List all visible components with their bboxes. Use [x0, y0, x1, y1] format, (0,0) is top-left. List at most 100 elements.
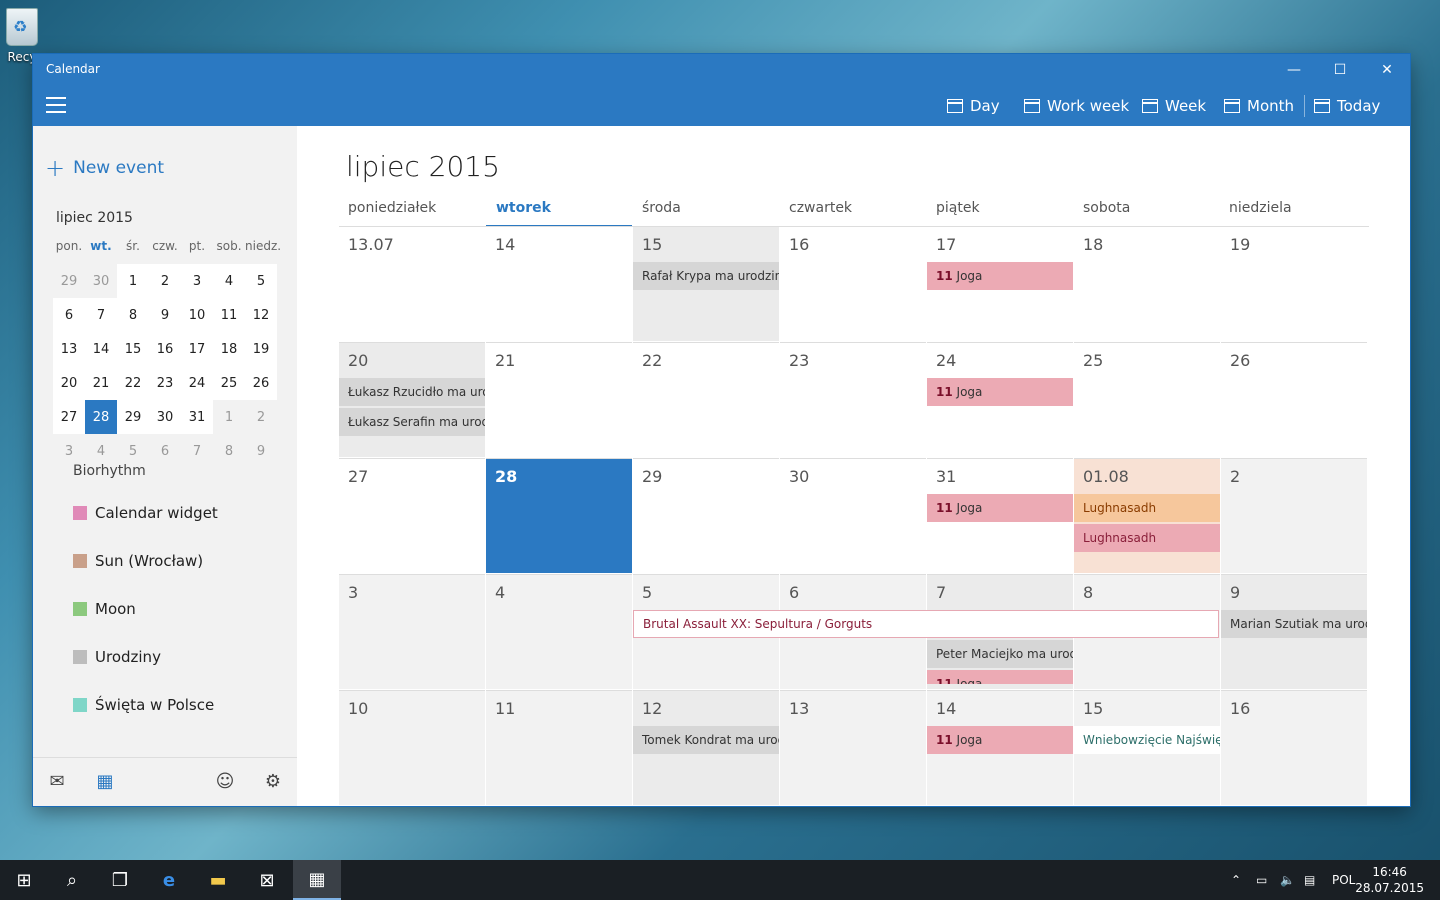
day-cell[interactable]: 11 [486, 690, 632, 805]
day-cell[interactable]: 13.07 [339, 226, 485, 341]
day-cell[interactable]: 30 [780, 458, 926, 573]
search-icon[interactable]: ⌕ [48, 860, 96, 900]
mini-calendar-day[interactable]: 19 [245, 332, 277, 366]
calendar-item-holidays[interactable]: Święta w Polsce [73, 696, 214, 714]
calendar-item-sun[interactable]: Sun (Wrocław) [73, 552, 203, 570]
event-yoga[interactable]: 11 Joga [927, 494, 1073, 522]
mini-calendar-day[interactable]: 16 [149, 332, 181, 366]
close-button[interactable]: ✕ [1364, 54, 1410, 85]
day-cell[interactable]: 21 [486, 342, 632, 457]
event-birthday[interactable]: Łukasz Rzucidło ma urodziny [339, 378, 485, 406]
mini-calendar-day[interactable]: 1 [117, 264, 149, 298]
event-yoga[interactable]: 11 Joga [927, 670, 1073, 684]
file-explorer-icon[interactable]: ▬ [194, 860, 242, 900]
calendar-item-birthdays[interactable]: Urodziny [73, 648, 161, 666]
show-hidden-icons-icon[interactable]: ⌃ [1231, 860, 1241, 900]
mini-calendar-day[interactable]: 28 [85, 400, 117, 434]
volume-icon[interactable]: 🔈 [1280, 860, 1295, 900]
event-yoga[interactable]: 11 Joga [927, 726, 1073, 754]
mini-calendar-day[interactable]: 9 [245, 434, 277, 468]
mini-calendar-day[interactable]: 8 [117, 298, 149, 332]
calendar-taskbar-icon[interactable]: ▦ [293, 860, 341, 900]
store-icon[interactable]: ⊠ [243, 860, 291, 900]
action-center-icon[interactable]: ▤ [1304, 860, 1315, 900]
day-cell[interactable]: 3 [339, 574, 485, 689]
event-birthday[interactable]: Łukasz Serafin ma urodziny [339, 408, 485, 436]
day-cell[interactable]: 13 [780, 690, 926, 805]
mini-calendar-day[interactable]: 11 [213, 298, 245, 332]
mini-calendar-day[interactable]: 8 [213, 434, 245, 468]
mini-calendar-day[interactable]: 10 [181, 298, 213, 332]
mini-calendar-day[interactable]: 24 [181, 366, 213, 400]
day-cell[interactable]: 27 [339, 458, 485, 573]
mini-calendar-day[interactable]: 15 [117, 332, 149, 366]
mini-calendar-day[interactable]: 2 [245, 400, 277, 434]
event-holiday[interactable]: Lughnasadh [1074, 494, 1220, 522]
event-birthday[interactable]: Peter Maciejko ma urodziny [927, 640, 1073, 668]
mini-calendar-day[interactable]: 18 [213, 332, 245, 366]
mini-calendar-day[interactable]: 29 [117, 400, 149, 434]
start-windows-icon[interactable]: ⊞ [0, 860, 48, 900]
event-birthday[interactable]: Marian Szutiak ma urodziny [1221, 610, 1367, 638]
settings-gear-icon[interactable]: ⚙ [261, 769, 285, 793]
mini-calendar-day[interactable]: 26 [245, 366, 277, 400]
event-holiday[interactable]: Lughnasadh [1074, 524, 1220, 552]
mini-calendar-day[interactable]: 21 [85, 366, 117, 400]
mini-calendar-day[interactable]: 3 [181, 264, 213, 298]
day-cell[interactable]: 22 [633, 342, 779, 457]
clock[interactable]: 16:46 28.07.2015 [1355, 864, 1424, 896]
mini-calendar-day[interactable]: 5 [245, 264, 277, 298]
mini-calendar-day[interactable]: 7 [85, 298, 117, 332]
mini-calendar-day[interactable]: 17 [181, 332, 213, 366]
month-view-button[interactable]: Month [1224, 85, 1294, 126]
mini-calendar-day[interactable]: 13 [53, 332, 85, 366]
mini-calendar-day[interactable]: 20 [53, 366, 85, 400]
day-cell[interactable]: 25 [1074, 342, 1220, 457]
calendar-app-icon[interactable]: ▦ [93, 769, 117, 793]
day-cell[interactable]: 16 [1221, 690, 1367, 805]
event-multiday[interactable]: Brutal Assault XX: Sepultura / Gorguts [633, 610, 1219, 638]
calendar-item-moon[interactable]: Moon [73, 600, 136, 618]
day-cell[interactable]: 19 [1221, 226, 1367, 341]
minimize-button[interactable]: — [1271, 54, 1317, 85]
work-week-view-button[interactable]: Work week [1024, 85, 1129, 126]
event-yoga[interactable]: 11 Joga [927, 262, 1073, 290]
mini-calendar-day[interactable]: 6 [53, 298, 85, 332]
day-cell[interactable]: 4 [486, 574, 632, 689]
day-cell[interactable]: 16 [780, 226, 926, 341]
day-cell[interactable]: 29 [633, 458, 779, 573]
calendar-item-widget[interactable]: Calendar widget [73, 504, 218, 522]
maximize-button[interactable]: ☐ [1317, 54, 1363, 85]
edge-browser-icon[interactable]: e [145, 860, 193, 900]
event-birthday[interactable]: Tomek Kondrat ma urodziny [633, 726, 779, 754]
event-birthday[interactable]: Rafał Krypa ma urodziny [633, 262, 779, 290]
mini-calendar-day[interactable]: 14 [85, 332, 117, 366]
day-cell[interactable]: 26 [1221, 342, 1367, 457]
mini-calendar-title[interactable]: lipiec 2015 [56, 210, 133, 226]
mini-calendar-day[interactable]: 9 [149, 298, 181, 332]
day-cell[interactable]: 14 [486, 226, 632, 341]
day-cell-today[interactable]: 28 [486, 458, 632, 573]
network-icon[interactable]: ▭ [1256, 860, 1267, 900]
day-cell[interactable]: 2 [1221, 458, 1367, 573]
input-language[interactable]: POL [1332, 860, 1355, 900]
mini-calendar-day[interactable]: 23 [149, 366, 181, 400]
calendar-item-partial[interactable]: Biorhythm [73, 463, 146, 479]
mail-icon[interactable]: ✉ [45, 769, 69, 793]
mini-calendar-day[interactable]: 29 [53, 264, 85, 298]
title-bar[interactable]: Calendar — ☐ ✕ [33, 54, 1410, 85]
day-cell[interactable]: 10 [339, 690, 485, 805]
task-view-icon[interactable]: ❐ [96, 860, 144, 900]
mini-calendar-day[interactable]: 6 [149, 434, 181, 468]
mini-calendar-day[interactable]: 30 [149, 400, 181, 434]
mini-calendar-day[interactable]: 12 [245, 298, 277, 332]
mini-calendar-day[interactable]: 31 [181, 400, 213, 434]
event-holiday[interactable]: Wniebowzięcie Najświętszej Maryi Panny [1074, 726, 1220, 754]
mini-calendar-day[interactable]: 4 [213, 264, 245, 298]
mini-calendar-day[interactable]: 22 [117, 366, 149, 400]
day-cell[interactable]: 23 [780, 342, 926, 457]
today-button[interactable]: Today [1314, 85, 1380, 126]
new-event-button[interactable]: + New event [45, 156, 164, 180]
week-view-button[interactable]: Week [1142, 85, 1206, 126]
day-view-button[interactable]: Day [947, 85, 1000, 126]
